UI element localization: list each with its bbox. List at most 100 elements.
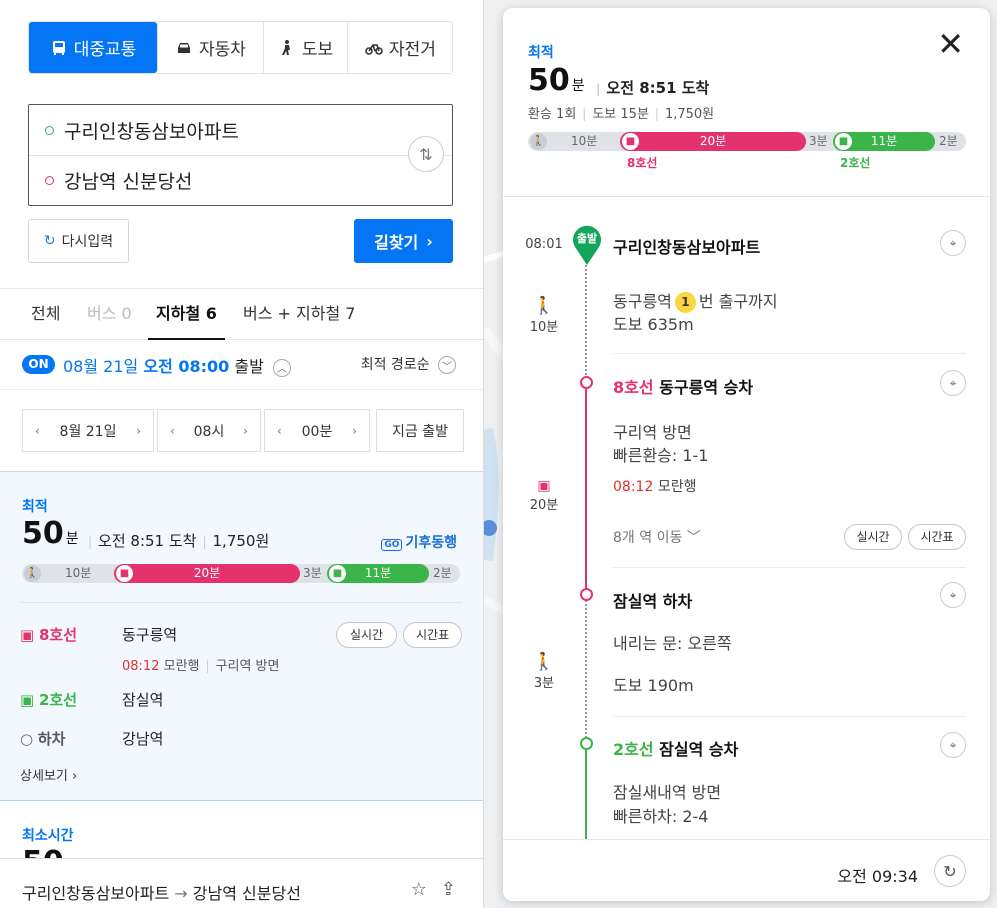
time-selector: ‹ 8월 21일 › ‹ 08시 › ‹ 00분 › 지금 출발 [22,409,464,452]
climate-pass-badge[interactable]: GO 기후동행 [381,532,457,552]
sort-label: 최적 경로순 [360,357,430,373]
divider [613,567,966,568]
location-pin-icon[interactable]: ⌖ [940,370,966,396]
star-icon[interactable]: ☆ [411,879,427,900]
tab-all[interactable]: 전체 [31,289,60,340]
walk-line [585,258,587,386]
bar-line1: 20분 [114,564,300,583]
detail-link[interactable]: 상세보기 › [20,765,77,784]
ride1-time: 20분 [529,498,559,513]
footer-route-text: 구리인창동삼보아파트 → 강남역 신분당선 [22,880,301,904]
mode-walk-button[interactable]: 도보 [263,22,347,73]
detail-timetable-button[interactable]: 시간표 [908,524,966,550]
share-icon[interactable]: ⇪ [441,879,456,900]
refresh-icon[interactable]: ↻ [934,855,966,887]
minute-value: 00분 [301,423,333,440]
departure-suffix: 출발 [234,357,264,376]
ride1-stops-toggle[interactable]: 8개 역 이동 ﹀ [613,526,701,550]
location-pin-icon[interactable]: ⌖ [940,230,966,256]
walk2-distance: 도보 190m [613,676,694,695]
realtime-button[interactable]: 실시간 [336,622,397,648]
departure-on-toggle[interactable]: ON [22,355,55,374]
chevron-down-icon: ﹀ [686,530,701,546]
search-route-button[interactable]: 길찾기 › [354,219,453,263]
leg-station: 동구릉역 [122,626,178,644]
transport-mode-tabs: 대중교통 자동차 도보 자전거 [28,21,453,74]
reset-button[interactable]: ↻ 다시입력 [28,219,129,263]
hour-next-icon[interactable]: › [243,424,248,438]
route-detail-panel: ✕ 최적 50 분 | 오전 8:51 도착 환승 1회 | 도보 15분 | 1,750원… [503,8,990,901]
mode-bicycle-button[interactable]: 자전거 [347,22,453,73]
detail-badge: 최적 [528,45,554,61]
leg-direction2: 구리역 방면 [215,659,280,674]
depart-now-button[interactable]: 지금 출발 [376,409,464,452]
mode-walk-label: 도보 [301,40,334,60]
bar-line2-label: 11분 [364,566,392,580]
date-next-icon[interactable]: › [136,424,141,438]
mode-car-label: 자동차 [199,40,246,60]
board1-fast-transfer: 빠른환승: 1-1 [613,446,709,465]
walk1-instruction: 동구릉역 1 번 출구까지 [613,290,778,314]
search-route-label: 길찾기 [374,233,419,252]
start-badge: 출발 [576,232,598,245]
detail-arrival-text: 오전 8:51 도착 [606,79,710,97]
detail-bar-line2-label: 11분 [870,134,898,148]
detail-duration-number: 50 [528,63,570,98]
chevron-right-icon: › [426,231,433,251]
divider [613,716,966,717]
start-time: 08:01 [525,237,563,252]
alight-door: 내리는 문: 오른쪽 [613,634,732,653]
date-stepper: ‹ 8월 21일 › [22,409,154,452]
detail-summary: 환승 1회 | 도보 15분 | 1,750원 [528,107,715,122]
mode-car-button[interactable]: 자동차 [157,22,263,73]
subway-icon: ■ [116,565,133,582]
origin-input[interactable]: 구리인창동삼보아파트 [29,105,452,155]
tab-subway[interactable]: 지하철 6 [148,289,225,340]
destination-input[interactable]: 강남역 신분당선 [29,155,452,205]
detail-bar-line1: 20분 [620,132,806,151]
mode-transit-button[interactable]: 대중교통 [29,22,157,73]
detail-realtime-button[interactable]: 실시간 [844,524,902,550]
bar-walk1: 10분 [65,566,92,580]
minute-next-icon[interactable]: › [352,424,357,438]
bus-icon [52,40,65,55]
board1-name: 동구릉역 승차 [659,378,754,397]
close-icon[interactable]: ✕ [937,28,964,60]
walk-icon: 🚶 [533,652,555,672]
hour-prev-icon[interactable]: ‹ [170,424,175,438]
timetable-button[interactable]: 시간표 [403,622,462,648]
board2-direction: 잠실새내역 방면 [613,783,722,802]
directions-panel: 대중교통 자동차 도보 자전거 구리인창동삼보아파트 강남역 신분당선 ⇅ ↻ … [0,0,484,908]
departure-bar: ON 08월 21일 오전 08:00 출발 ︿ 최적 경로순 ﹀ [0,340,483,390]
detail-bar-line2-name: 2호선 [840,156,871,170]
divider [613,353,966,354]
walk-icon: 🚶 [530,133,547,150]
tab-bus[interactable]: 버스 0 [87,289,132,340]
minute-prev-icon[interactable]: ‹ [277,424,282,438]
leg-sub-info: 08:12 모란행 | 구리역 방면 [122,659,280,674]
go-icon: GO [381,539,403,551]
board1-title: 8호선 동구릉역 승차 [613,374,753,398]
hour-stepper: ‹ 08시 › [157,409,261,452]
location-pin-icon[interactable]: ⌖ [940,732,966,758]
detail-bar-line1-name: 8호선 [627,156,658,170]
date-prev-icon[interactable]: ‹ [35,424,40,438]
tab-bus-subway[interactable]: 버스 + 지하철 7 [243,289,355,340]
departure-time-text[interactable]: 08월 21일 오전 08:00 출발 ︿ [63,353,291,377]
subway-icon: ▣ [20,626,35,644]
subway-icon: ▣ [537,478,551,494]
route-result-card[interactable]: 최적 50 분 | 오전 8:51 도착 | 1,750원 GO 기후동행 🚶 10분 2… [0,471,483,801]
location-pin-icon[interactable]: ⌖ [940,582,966,608]
arrival-time: 오전 8:51 도착 [98,532,197,550]
chevron-right-icon: › [71,769,78,784]
alight-circle-icon: ○ [20,730,34,748]
board2-fast-exit: 빠른하차: 2-4 [613,807,709,826]
detail-transfers: 환승 1회 [528,107,577,122]
swap-route-button[interactable]: ⇅ [408,136,444,172]
line8-track [585,386,587,594]
origin-dot-icon [45,125,54,135]
sort-dropdown[interactable]: 최적 경로순 ﹀ [361,354,456,374]
route-summary: | 오전 8:51 도착 | 1,750원 [88,532,270,550]
leg-direction: 모란행 [163,659,200,674]
route-legs: ▣ 8호선 동구릉역 실시간 시간표 08:12 모란행 | 구리역 방면 ▣ 2호… [20,602,462,748]
